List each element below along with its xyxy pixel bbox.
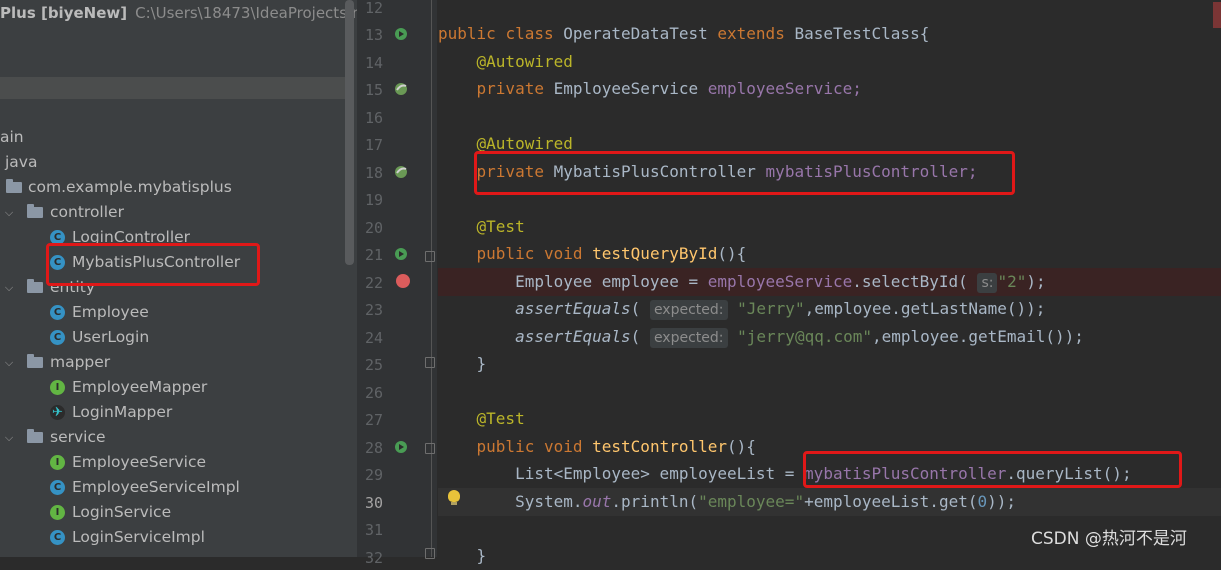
- code-line-24[interactable]: assertEquals( expected: "jerry@qq.com",e…: [438, 323, 1084, 351]
- class-icon: C: [50, 480, 65, 495]
- project-name: Plus [biyeNew]: [0, 4, 128, 22]
- code-line-22[interactable]: Employee employee = employeeService.sele…: [438, 268, 1221, 296]
- line-number: 23: [364, 301, 383, 319]
- class-icon: C: [50, 330, 65, 345]
- folder-icon: [27, 354, 43, 368]
- highlight-box-call: [803, 451, 1182, 488]
- fold-marker-icon[interactable]: [425, 357, 435, 368]
- line-number-current: 30: [364, 494, 383, 512]
- line-number: 12: [364, 0, 383, 17]
- selected-row: [0, 77, 345, 99]
- code-line-21[interactable]: public void testQueryById(){: [438, 240, 747, 268]
- project-panel: Plus [biyeNew] C:\Users\18473\IdeaProject…: [0, 0, 357, 557]
- fold-marker-icon[interactable]: [425, 443, 435, 454]
- spring-bean-icon[interactable]: [393, 164, 409, 180]
- code-line-28[interactable]: public void testController(){: [438, 433, 756, 461]
- chevron-down-icon[interactable]: ⌵: [3, 275, 15, 300]
- gutter-divider: [431, 0, 432, 557]
- code-line-30[interactable]: System.out.println("employee="+employeeL…: [438, 488, 1221, 516]
- line-number: 14: [364, 54, 383, 72]
- code-line-20[interactable]: @Test: [438, 213, 525, 241]
- code-editor[interactable]: 12 13 14 15 16 17 18 19 20 21 22 23 24 2…: [357, 0, 1221, 567]
- line-number: 31: [364, 521, 383, 539]
- line-number: 25: [364, 356, 383, 374]
- code-line-27[interactable]: @Test: [438, 405, 525, 433]
- interface-icon: I: [50, 505, 65, 520]
- line-number: 19: [364, 191, 383, 209]
- param-hint: expected:: [649, 300, 728, 320]
- mybatis-bird-icon: ✈: [50, 405, 65, 420]
- chevron-down-icon[interactable]: ⌵: [3, 200, 15, 225]
- line-number: 26: [364, 384, 383, 402]
- run-test-icon[interactable]: [393, 439, 409, 455]
- chevron-down-icon[interactable]: ⌵: [3, 425, 15, 450]
- chevron-down-icon[interactable]: ⌵: [3, 350, 15, 375]
- line-number: 28: [364, 439, 383, 457]
- project-header[interactable]: Plus [biyeNew] C:\Users\18473\IdeaProject…: [0, 0, 357, 26]
- class-icon: C: [50, 530, 65, 545]
- interface-icon: I: [50, 380, 65, 395]
- highlight-box-tree: [46, 243, 260, 286]
- line-number: 24: [364, 329, 383, 347]
- line-number: 32: [364, 549, 383, 567]
- fold-marker-icon[interactable]: [425, 251, 435, 262]
- code-line-14[interactable]: @Autowired: [438, 48, 573, 76]
- code-line-32[interactable]: }: [438, 542, 487, 570]
- project-path: C:\Users\18473\IdeaProjects\myb: [135, 4, 357, 22]
- watermark: CSDN @热河不是河: [1031, 529, 1187, 549]
- code-line-25[interactable]: }: [438, 350, 487, 378]
- run-test-icon[interactable]: [393, 246, 409, 262]
- folder-icon: [27, 204, 43, 218]
- lightbulb-icon[interactable]: [448, 490, 460, 505]
- line-number: 15: [364, 81, 383, 99]
- line-number: 16: [364, 109, 383, 127]
- error-stripe-marker[interactable]: [1213, 2, 1221, 28]
- param-hint: expected:: [649, 328, 728, 348]
- class-icon: C: [50, 305, 65, 320]
- interface-icon: I: [50, 455, 65, 470]
- breakpoint-icon[interactable]: [396, 274, 410, 288]
- line-number: 21: [364, 246, 383, 264]
- fold-marker-icon[interactable]: [425, 548, 435, 559]
- highlight-box-field: [474, 151, 1015, 195]
- line-number: 20: [364, 219, 383, 237]
- code-line-23[interactable]: assertEquals( expected: "Jerry",employee…: [438, 295, 1045, 323]
- folder-icon: [27, 279, 43, 293]
- run-test-icon[interactable]: [393, 26, 409, 42]
- spring-bean-icon[interactable]: [393, 81, 409, 97]
- line-number: 27: [364, 411, 383, 429]
- project-scrollbar[interactable]: [345, 0, 354, 265]
- package-icon: [6, 179, 22, 193]
- line-number: 17: [364, 136, 383, 154]
- code-line-15[interactable]: private EmployeeService employeeService;: [438, 75, 862, 103]
- folder-icon: [27, 429, 43, 443]
- line-number: 29: [364, 466, 383, 484]
- line-number: 22: [364, 274, 383, 292]
- line-number: 13: [364, 26, 383, 44]
- code-line-13[interactable]: public class OperateDataTest extends Bas…: [438, 20, 929, 48]
- param-hint: s:: [977, 273, 998, 293]
- line-number: 18: [364, 164, 383, 182]
